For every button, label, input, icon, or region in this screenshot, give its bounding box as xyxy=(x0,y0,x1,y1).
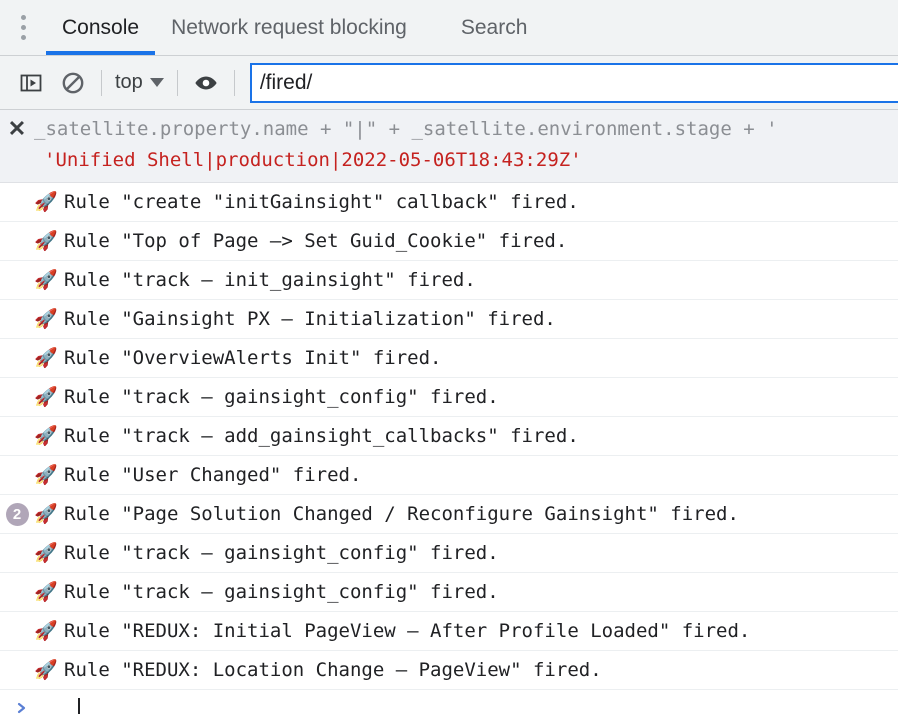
log-row[interactable]: 🚀 Rule "Top of Page –> Set Guid_Cookie" … xyxy=(0,222,898,261)
execution-context-value: top xyxy=(115,71,143,93)
log-message: Rule "track – add_gainsight_callbacks" f… xyxy=(64,425,579,447)
prompt-chevron-icon xyxy=(10,702,34,714)
rocket-icon: 🚀 xyxy=(34,659,58,681)
log-row[interactable]: 🚀 Rule "User Changed" fired. xyxy=(0,456,898,495)
log-message: Rule "track – gainsight_config" fired. xyxy=(64,542,499,564)
execution-context-selector[interactable]: top xyxy=(109,71,170,94)
console-message-list[interactable]: ✕ _satellite.property.name + "|" + _sate… xyxy=(0,110,898,714)
rocket-icon: 🚀 xyxy=(34,542,58,564)
log-row[interactable]: 🚀 Rule "Gainsight PX – Initialization" f… xyxy=(0,300,898,339)
kebab-dot xyxy=(20,25,26,30)
console-error-expression: _satellite.property.name + "|" + _satell… xyxy=(34,118,778,140)
clear-console-icon[interactable] xyxy=(52,62,94,104)
log-row[interactable]: 🚀 Rule "track – add_gainsight_callbacks"… xyxy=(0,417,898,456)
log-message: Rule "Gainsight PX – Initialization" fir… xyxy=(64,308,556,330)
log-message: Rule "track – init_gainsight" fired. xyxy=(64,269,476,291)
log-message: Rule "REDUX: Location Change – PageView"… xyxy=(64,659,602,681)
show-console-sidebar-icon[interactable] xyxy=(10,62,52,104)
log-count-slot: 2 xyxy=(0,502,34,526)
rocket-icon: 🚀 xyxy=(34,347,58,369)
log-message: Rule "track – gainsight_config" fired. xyxy=(64,581,499,603)
log-row[interactable]: 🚀 Rule "track – gainsight_config" fired. xyxy=(0,534,898,573)
log-row[interactable]: 🚀 Rule "REDUX: Location Change – PageVie… xyxy=(0,651,898,690)
more-vertical-icon[interactable] xyxy=(0,0,46,55)
tab-search-label: Search xyxy=(460,15,528,39)
tab-console[interactable]: Console xyxy=(46,0,156,55)
console-error-expression-line: ✕ _satellite.property.name + "|" + _sate… xyxy=(0,114,898,144)
log-row[interactable]: 🚀 Rule "track – gainsight_config" fired. xyxy=(0,378,898,417)
log-row[interactable]: 🚀 Rule "create "initGainsight" callback"… xyxy=(0,183,898,222)
log-row[interactable]: 🚀 Rule "track – init_gainsight" fired. xyxy=(0,261,898,300)
console-prompt[interactable] xyxy=(0,690,898,714)
devtools-tabstrip: Console Network request blocking Search xyxy=(0,0,898,56)
log-row[interactable]: 🚀 Rule "track – gainsight_config" fired. xyxy=(0,573,898,612)
log-row[interactable]: 2 🚀 Rule "Page Solution Changed / Reconf… xyxy=(0,495,898,534)
log-message: Rule "OverviewAlerts Init" fired. xyxy=(64,347,442,369)
tab-search[interactable]: Search xyxy=(445,0,544,55)
console-toolbar: top xyxy=(0,56,898,110)
log-message: Rule "Page Solution Changed / Reconfigur… xyxy=(64,503,739,525)
rocket-icon: 🚀 xyxy=(34,386,58,408)
kebab-dot xyxy=(20,15,26,20)
log-message: Rule "create "initGainsight" callback" f… xyxy=(64,191,579,213)
kebab-dot xyxy=(20,35,26,40)
console-error-entry[interactable]: ✕ _satellite.property.name + "|" + _sate… xyxy=(0,110,898,183)
tab-network-request-blocking[interactable]: Network request blocking xyxy=(155,0,423,55)
rocket-icon: 🚀 xyxy=(34,230,58,252)
toolbar-divider xyxy=(101,69,102,96)
rocket-icon: 🚀 xyxy=(34,425,58,447)
eye-icon[interactable] xyxy=(185,62,227,104)
filter-input[interactable] xyxy=(249,62,898,103)
console-error-result: 'Unified Shell|production|2022-05-06T18:… xyxy=(44,149,582,171)
log-message: Rule "track – gainsight_config" fired. xyxy=(64,386,499,408)
log-message: Rule "Top of Page –> Set Guid_Cookie" fi… xyxy=(64,230,568,252)
error-x-icon: ✕ xyxy=(7,116,27,141)
log-message: Rule "User Changed" fired. xyxy=(64,464,362,486)
tab-console-label: Console xyxy=(62,15,140,39)
toolbar-divider xyxy=(233,69,235,96)
log-repeat-count-badge: 2 xyxy=(5,502,29,526)
toolbar-divider xyxy=(176,69,178,96)
log-row[interactable]: 🚀 Rule "OverviewAlerts Init" fired. xyxy=(0,339,898,378)
log-row[interactable]: 🚀 Rule "REDUX: Initial PageView – After … xyxy=(0,612,898,651)
rocket-icon: 🚀 xyxy=(34,464,58,486)
rocket-icon: 🚀 xyxy=(34,308,58,330)
rocket-icon: 🚀 xyxy=(34,620,58,642)
rocket-icon: 🚀 xyxy=(34,581,58,603)
log-message: Rule "REDUX: Initial PageView – After Pr… xyxy=(64,620,751,642)
tab-network-request-blocking-label: Network request blocking xyxy=(171,15,407,39)
rocket-icon: 🚀 xyxy=(34,503,58,525)
rocket-icon: 🚀 xyxy=(34,191,58,213)
rocket-icon: 🚀 xyxy=(34,269,58,291)
chevron-down-icon xyxy=(149,78,164,87)
filter-input-wrapper xyxy=(249,62,898,103)
